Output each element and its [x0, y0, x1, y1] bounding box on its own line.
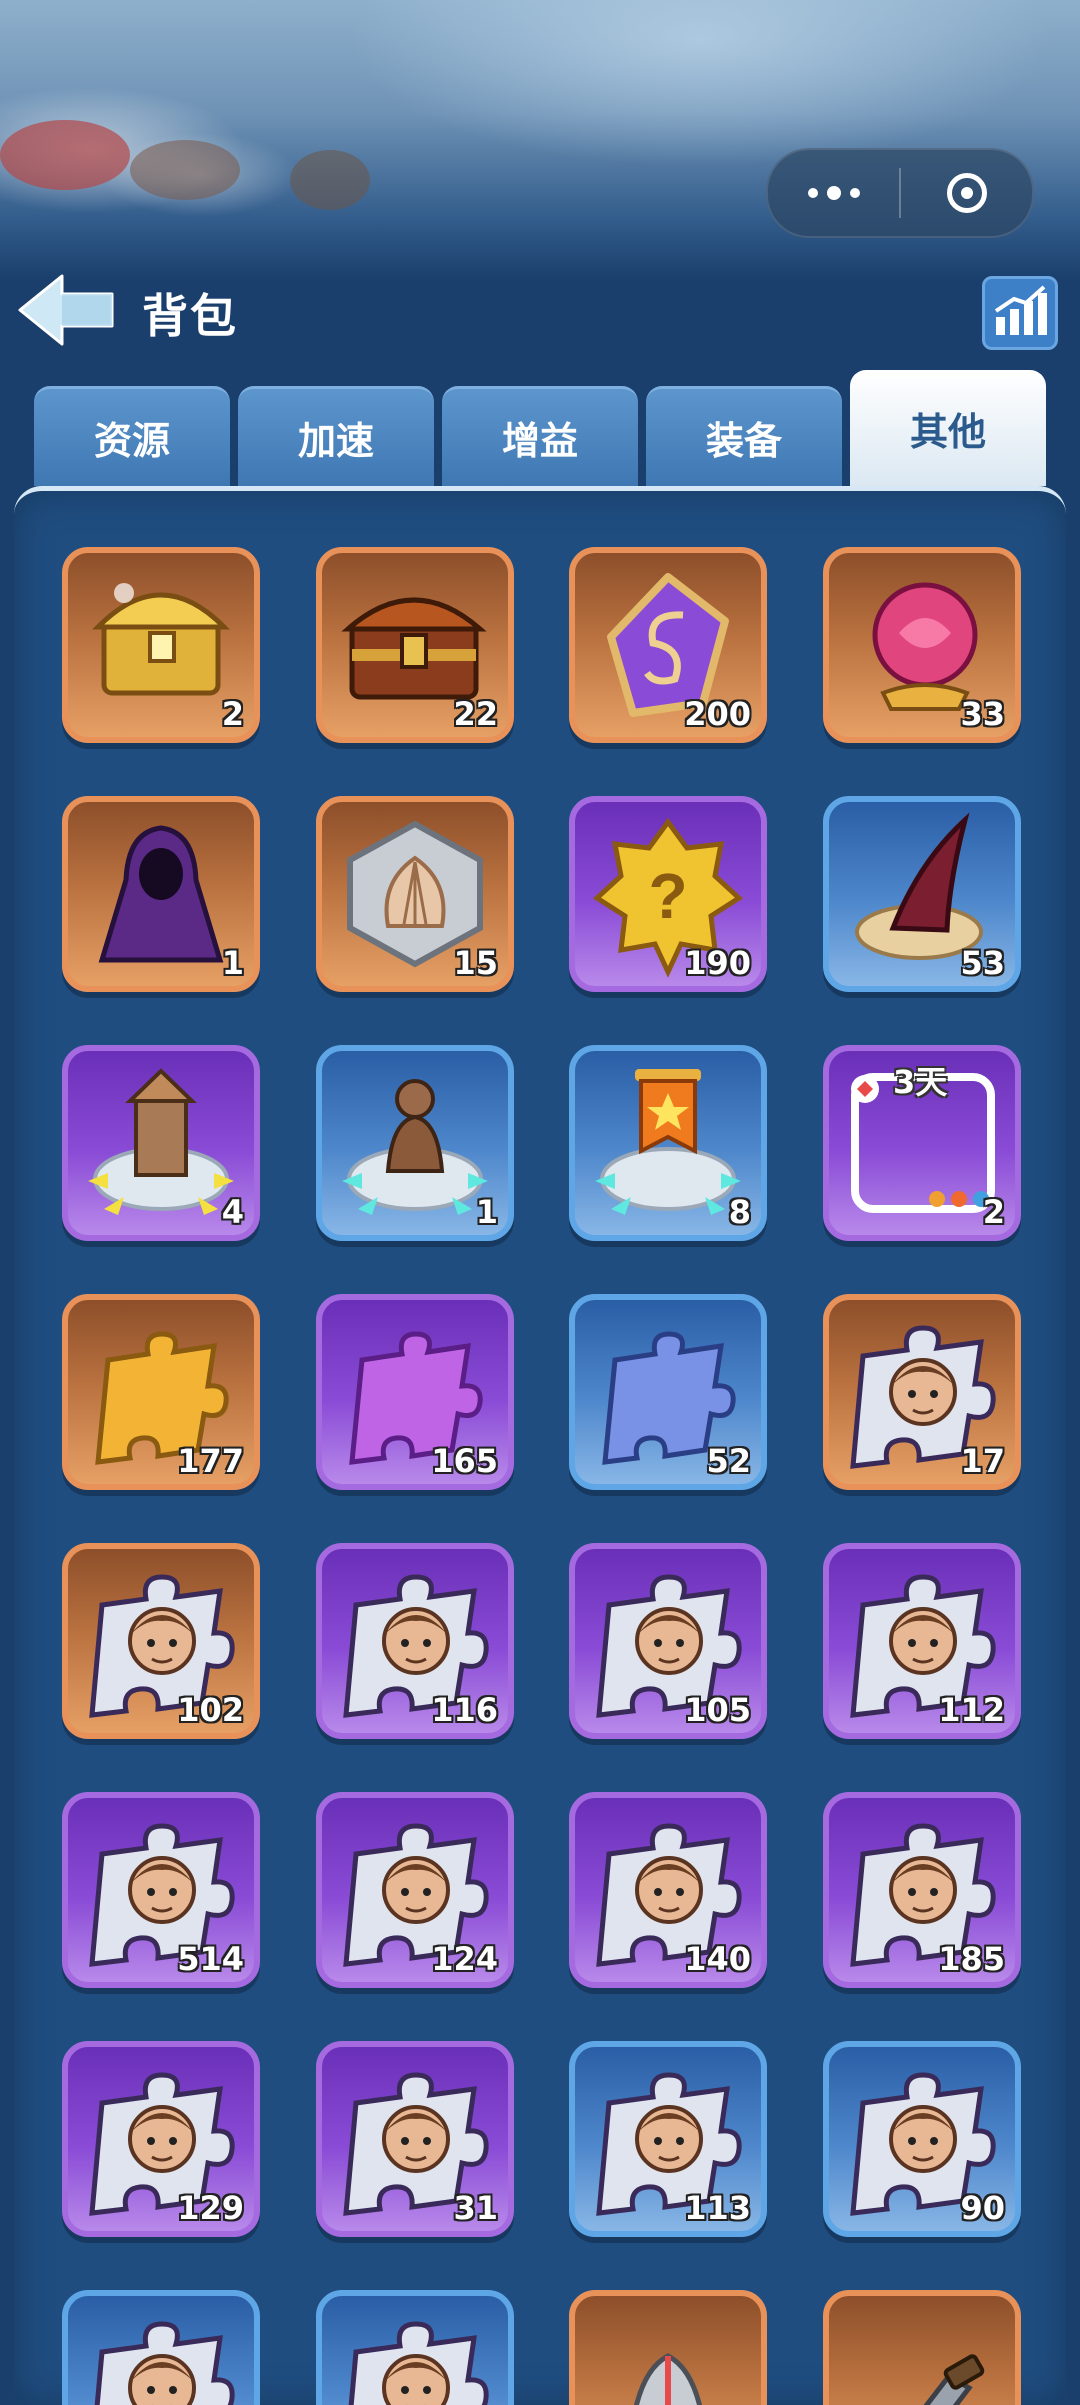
inventory-item[interactable]: 185: [823, 1792, 1021, 1988]
item-count: 31: [453, 2189, 498, 2227]
item-count: 177: [177, 1442, 244, 1480]
inventory-item[interactable]: 200: [569, 547, 767, 743]
inventory-item[interactable]: 53: [823, 796, 1021, 992]
tab-equipment[interactable]: 装备: [646, 386, 842, 486]
tab-others[interactable]: 其他: [850, 370, 1046, 486]
inventory-item[interactable]: 1: [62, 796, 260, 992]
more-dots-icon: [807, 186, 860, 200]
bar-chart-icon: [994, 285, 1047, 335]
item-count: 1: [221, 944, 244, 982]
item-count: 90: [960, 2189, 1005, 2227]
item-count: 4: [221, 1193, 244, 1231]
item-count: 1: [475, 1193, 498, 1231]
item-count: 112: [938, 1691, 1005, 1729]
tab-boosts[interactable]: 增益: [442, 386, 638, 486]
page-title: 背包: [142, 289, 238, 343]
inventory-item[interactable]: 129: [62, 2041, 260, 2237]
item-count: 2: [982, 1193, 1005, 1231]
inventory-item[interactable]: 514: [62, 1792, 260, 1988]
expiry-badge: 3天: [893, 1063, 948, 1101]
inventory-item[interactable]: [569, 2290, 767, 2405]
item-count: 33: [960, 695, 1005, 733]
item-count: 190: [684, 944, 751, 982]
inventory-item[interactable]: 4: [62, 1045, 260, 1241]
hero-puzzle-piece-icon: [94, 2321, 235, 2405]
inventory-item[interactable]: 113: [569, 2041, 767, 2237]
inventory-item[interactable]: 15: [316, 796, 514, 992]
more-button[interactable]: [768, 150, 899, 236]
item-count: 102: [177, 1691, 244, 1729]
stats-button[interactable]: [982, 276, 1058, 350]
inventory-item[interactable]: [62, 2290, 260, 2405]
hero-puzzle-piece-icon: [348, 2321, 489, 2405]
item-count: 8: [728, 1193, 751, 1231]
inventory-item[interactable]: 177: [62, 1294, 260, 1490]
inventory-item[interactable]: 17: [823, 1294, 1021, 1490]
back-button[interactable]: [16, 270, 116, 350]
inventory-item[interactable]: 124: [316, 1792, 514, 1988]
item-count: 52: [706, 1442, 751, 1480]
inventory-item[interactable]: 112: [823, 1543, 1021, 1739]
item-count: 17: [960, 1442, 1005, 1480]
inventory-item[interactable]: 116: [316, 1543, 514, 1739]
inventory-item[interactable]: [316, 2290, 514, 2405]
close-mini-program-button[interactable]: [901, 150, 1032, 236]
svg-text:?: ?: [648, 860, 687, 932]
tab-speedups[interactable]: 加速: [238, 386, 434, 486]
target-close-icon: [946, 173, 987, 213]
item-count: 185: [938, 1940, 1005, 1978]
snow-figure-decoration: [0, 120, 130, 190]
helmet-icon: [633, 2353, 703, 2405]
item-count: 53: [960, 944, 1005, 982]
item-count: 124: [431, 1940, 498, 1978]
header-background-scene: [0, 0, 1080, 280]
inventory-item[interactable]: 52: [569, 1294, 767, 1490]
inventory-item[interactable]: ? 190: [569, 796, 767, 992]
inventory-item[interactable]: [823, 2290, 1021, 2405]
back-arrow-icon: [18, 274, 114, 346]
inventory-item[interactable]: 31: [316, 2041, 514, 2237]
inventory-item[interactable]: 1: [316, 1045, 514, 1241]
inventory-item[interactable]: 22: [316, 547, 514, 743]
category-tabs: 资源 加速 增益 装备 其他: [34, 370, 1046, 486]
inventory-item[interactable]: 90: [823, 2041, 1021, 2237]
item-count: 165: [431, 1442, 498, 1480]
item-count: 116: [431, 1691, 498, 1729]
inventory-item[interactable]: 2: [62, 547, 260, 743]
tab-resources[interactable]: 资源: [34, 386, 230, 486]
item-count: 113: [684, 2189, 751, 2227]
item-count: 514: [177, 1940, 244, 1978]
snow-figure-decoration: [130, 140, 240, 200]
item-count: 2: [221, 695, 244, 733]
item-count: 15: [453, 944, 498, 982]
inventory-item[interactable]: 105: [569, 1543, 767, 1739]
inventory-item[interactable]: 102: [62, 1543, 260, 1739]
item-count: 140: [684, 1940, 751, 1978]
inventory-item[interactable]: 8: [569, 1045, 767, 1241]
item-count: 129: [177, 2189, 244, 2227]
inventory-item[interactable]: 165: [316, 1294, 514, 1490]
inventory-item[interactable]: 33: [823, 547, 1021, 743]
inventory-item[interactable]: 140: [569, 1792, 767, 1988]
mini-program-capsule: [766, 148, 1034, 238]
inventory-item[interactable]: 3天 2: [823, 1045, 1021, 1241]
item-count: 200: [684, 695, 751, 733]
item-count: 105: [684, 1691, 751, 1729]
weapon-icon: [923, 2354, 985, 2405]
snow-figure-decoration: [290, 150, 370, 210]
item-count: 22: [453, 695, 498, 733]
inventory-panel: 2 22 200 33 1 15? 190 53 4 1 8 3天 2 177 165 52 17 102 116 1…: [14, 486, 1066, 2405]
